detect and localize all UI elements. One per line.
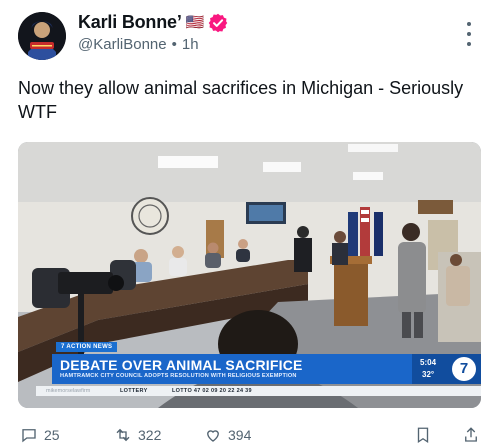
verified-badge-icon[interactable] — [208, 13, 228, 33]
us-flag-emoji: 🇺🇸 — [185, 14, 205, 31]
repost-count: 322 — [138, 427, 162, 443]
news-subheadline: HAMTRAMCK CITY COUNCIL ADOPTS RESOLUTION… — [60, 373, 297, 379]
like-button[interactable]: 394 — [204, 426, 251, 444]
video-player[interactable]: 7 ACTION NEWS DEBATE OVER ANIMAL SACRIFI… — [18, 142, 481, 408]
repost-icon — [116, 428, 130, 442]
lower-third: DEBATE OVER ANIMAL SACRIFICE HAMTRAMCK C… — [52, 354, 412, 384]
news-headline: DEBATE OVER ANIMAL SACRIFICE — [60, 357, 303, 373]
post-time[interactable]: 1h — [182, 36, 199, 53]
repost-button[interactable]: 322 — [114, 426, 161, 444]
station-logo: 7 — [452, 357, 476, 381]
news-ticker: mikemorselawfirm LOTTERY LOTTO 47 02 09 … — [36, 386, 481, 396]
handle[interactable]: @KarliBonne — [78, 36, 167, 53]
post-card[interactable]: Karli Bonne’ 🇺🇸 @KarliBonne • 1h Now the… — [0, 0, 500, 444]
avatar-image — [18, 12, 66, 60]
broadcast-time: 5:04 — [420, 358, 437, 367]
share-button[interactable] — [462, 426, 480, 444]
reply-count: 25 — [44, 427, 60, 443]
share-icon — [465, 427, 477, 442]
heart-icon — [207, 430, 219, 442]
bookmark-button[interactable] — [414, 426, 432, 444]
meta-separator: • — [171, 36, 177, 53]
post-text: Now they allow animal sacrifices in Mich… — [18, 78, 464, 122]
more-options-icon[interactable] — [466, 22, 472, 46]
bookmark-icon — [417, 427, 429, 444]
like-count: 394 — [228, 427, 252, 443]
reply-button[interactable]: 25 — [20, 426, 60, 444]
ticker-numbers: LOTTO 47 02 09 20 22 24 39 — [172, 388, 252, 394]
action-bar: 25 322 394 — [0, 426, 500, 446]
reply-icon — [22, 429, 36, 443]
ticker-label: LOTTERY — [120, 388, 148, 394]
news-tag: 7 ACTION NEWS — [56, 342, 118, 352]
broadcast-temperature: 32° — [422, 370, 435, 379]
ticker-source: mikemorselawfirm — [46, 388, 91, 394]
lower-third-info: 5:04 32° 7 — [412, 354, 481, 384]
display-name[interactable]: Karli Bonne’ — [78, 12, 182, 33]
avatar[interactable] — [18, 12, 66, 60]
